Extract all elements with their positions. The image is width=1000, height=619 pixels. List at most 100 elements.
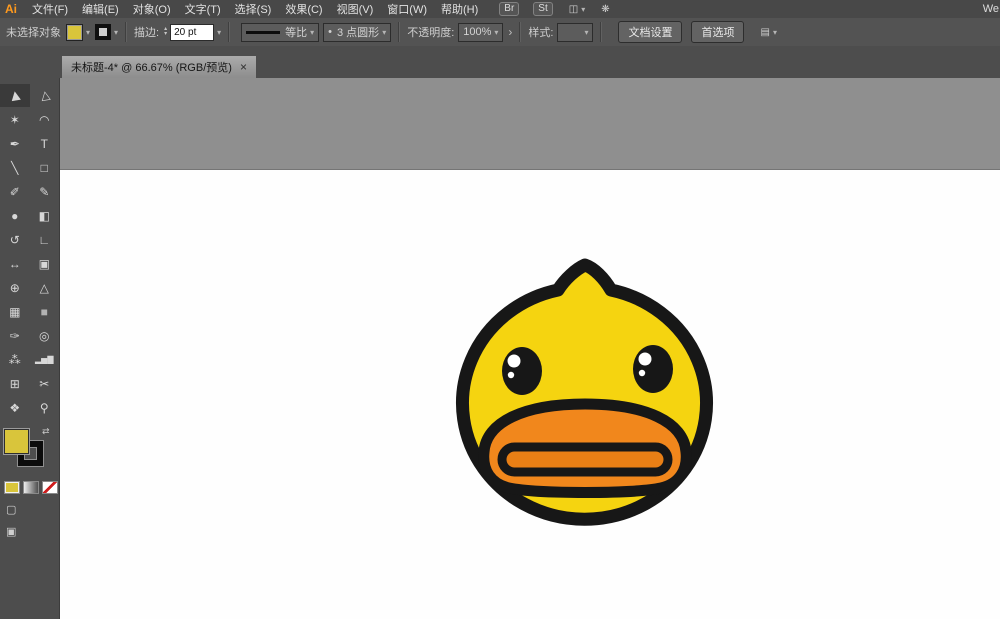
duck-right-eye-highlight-small bbox=[639, 370, 645, 376]
arrange-documents-icon[interactable]: ◫▾ bbox=[569, 4, 585, 15]
menu-edit[interactable]: 编辑(E) bbox=[75, 1, 126, 17]
panel-options-icon[interactable]: ▤▾ bbox=[760, 27, 776, 38]
stroke-width-label: 描边: bbox=[134, 24, 159, 40]
width-tool-icon: ↔ bbox=[9, 257, 21, 271]
duck-right-eye-highlight bbox=[639, 353, 652, 366]
preferences-button[interactable]: 首选项 bbox=[691, 21, 744, 43]
menu-file[interactable]: 文件(F) bbox=[25, 1, 75, 17]
color-button[interactable] bbox=[4, 481, 20, 494]
duck-artwork[interactable] bbox=[448, 258, 723, 543]
scale-tool[interactable]: ∟ bbox=[30, 228, 60, 251]
shape-builder-tool[interactable]: ⊕ bbox=[0, 276, 30, 299]
free-transform-tool[interactable]: ▣ bbox=[30, 252, 60, 275]
eyedropper-tool[interactable]: ✑ bbox=[0, 324, 30, 347]
profile-label: 等比 bbox=[285, 24, 307, 40]
rotate-tool[interactable]: ↺ bbox=[0, 228, 30, 251]
menu-effect[interactable]: 效果(C) bbox=[278, 1, 329, 17]
none-button[interactable] bbox=[42, 481, 58, 494]
menu-select[interactable]: 选择(S) bbox=[228, 1, 279, 17]
menu-type[interactable]: 文字(T) bbox=[178, 1, 228, 17]
artboard-tool[interactable]: ⊞ bbox=[0, 372, 30, 395]
stepper-down-icon[interactable]: ▾ bbox=[164, 32, 167, 37]
chevron-down-icon: ▾ bbox=[584, 28, 588, 37]
overflow-chevron-icon[interactable]: › bbox=[508, 25, 512, 39]
document-tab[interactable]: 未标题-4* @ 66.67% (RGB/预览) × bbox=[62, 56, 256, 78]
magic-wand-tool[interactable]: ✶ bbox=[0, 108, 30, 131]
selection-tool[interactable]: ▶ bbox=[0, 84, 30, 107]
menu-view[interactable]: 视图(V) bbox=[330, 1, 381, 17]
paintbrush-tool[interactable]: ✐ bbox=[0, 180, 30, 203]
opacity-value: 100% bbox=[463, 26, 491, 38]
eyedropper-tool-icon: ✑ bbox=[10, 329, 20, 343]
fill-swatch[interactable] bbox=[3, 428, 30, 455]
gradient-button[interactable] bbox=[23, 481, 39, 494]
gradient-tool[interactable]: ■ bbox=[30, 300, 60, 323]
bridge-button[interactable]: Br bbox=[499, 2, 519, 16]
fill-color-picker[interactable]: ▾ bbox=[66, 24, 90, 41]
color-mode-buttons bbox=[0, 473, 59, 494]
line-segment-tool[interactable]: ╲ bbox=[0, 156, 30, 179]
chevron-down-icon: ▾ bbox=[86, 28, 90, 37]
workspace-label[interactable]: We bbox=[983, 3, 1000, 15]
slice-tool[interactable]: ✂ bbox=[30, 372, 60, 395]
zoom-tool[interactable]: ⚲ bbox=[30, 396, 60, 419]
swap-fill-stroke-icon[interactable]: ⇄ bbox=[42, 426, 50, 437]
stroke-swatch-icon bbox=[95, 24, 111, 40]
direct-selection-tool[interactable]: ▷ bbox=[30, 84, 60, 107]
separator bbox=[600, 22, 602, 42]
style-label: 样式: bbox=[528, 24, 553, 40]
stroke-color-picker[interactable]: ▾ bbox=[95, 24, 118, 40]
gradient-tool-icon: ■ bbox=[41, 305, 48, 319]
type-tool[interactable]: T bbox=[30, 132, 60, 155]
tab-close-icon[interactable]: × bbox=[240, 62, 247, 72]
perspective-grid-tool[interactable]: △ bbox=[30, 276, 60, 299]
menu-object[interactable]: 对象(O) bbox=[126, 1, 178, 17]
document-setup-button[interactable]: 文档设置 bbox=[618, 21, 682, 43]
brush-dropdown[interactable]: • 3 点圆形 ▾ bbox=[323, 23, 391, 42]
blend-tool[interactable]: ◎ bbox=[30, 324, 60, 347]
style-dropdown[interactable]: ▾ bbox=[557, 23, 593, 42]
zoom-tool-icon: ⚲ bbox=[40, 401, 49, 415]
screen-mode-button[interactable]: ▣ bbox=[0, 516, 59, 538]
width-profile-dropdown[interactable]: 等比 ▾ bbox=[241, 23, 319, 42]
selection-tool-icon: ▶ bbox=[7, 90, 22, 102]
chevron-down-icon: ▾ bbox=[773, 28, 777, 37]
slice-tool-icon: ✂ bbox=[39, 377, 49, 391]
width-tool[interactable]: ↔ bbox=[0, 252, 30, 275]
pasteboard[interactable] bbox=[60, 78, 1000, 619]
rectangle-tool[interactable]: □ bbox=[30, 156, 60, 179]
menu-window[interactable]: 窗口(W) bbox=[380, 1, 434, 17]
paintbrush-tool-icon: ✐ bbox=[10, 185, 20, 199]
fill-swatch-icon bbox=[66, 24, 83, 41]
menu-bar: Ai 文件(F) 编辑(E) 对象(O) 文字(T) 选择(S) 效果(C) 视… bbox=[0, 0, 1000, 19]
app-bar-misc-icon[interactable]: ❋ bbox=[601, 4, 609, 15]
duck-right-eye bbox=[633, 345, 673, 393]
stroke-width-input[interactable] bbox=[170, 24, 214, 41]
stroke-width-stepper[interactable]: ▴ ▾ ▾ bbox=[164, 24, 221, 41]
menu-help[interactable]: 帮助(H) bbox=[434, 1, 485, 17]
stepper-icon[interactable]: ▴ ▾ bbox=[164, 27, 167, 37]
pen-tool[interactable]: ✒ bbox=[0, 132, 30, 155]
eraser-tool[interactable]: ◧ bbox=[30, 204, 60, 227]
separator bbox=[125, 22, 127, 42]
drawing-mode-button[interactable]: ▢ bbox=[0, 494, 59, 516]
symbol-sprayer-tool-icon: ⁂ bbox=[9, 353, 21, 367]
scale-tool-icon: ∟ bbox=[38, 233, 50, 247]
tools-panel: ▶ ▷ ✶ ◠ ✒ T ╲ □ ✐ ✎ ● ◧ ↺ ∟ ↔ ▣ ⊕ △ ▦ ■ … bbox=[0, 78, 60, 619]
stock-button[interactable]: St bbox=[533, 2, 552, 16]
column-graph-tool[interactable]: ▂▅▇ bbox=[30, 348, 60, 371]
lasso-tool[interactable]: ◠ bbox=[30, 108, 60, 131]
mesh-tool[interactable]: ▦ bbox=[0, 300, 30, 323]
blend-tool-icon: ◎ bbox=[39, 329, 49, 343]
symbol-sprayer-tool[interactable]: ⁂ bbox=[0, 348, 30, 371]
separator bbox=[228, 22, 230, 42]
pen-tool-icon: ✒ bbox=[10, 137, 20, 151]
rotate-tool-icon: ↺ bbox=[10, 233, 20, 247]
stroke-profile-icon bbox=[246, 31, 280, 34]
blob-brush-tool[interactable]: ● bbox=[0, 204, 30, 227]
pencil-tool[interactable]: ✎ bbox=[30, 180, 60, 203]
lasso-tool-icon: ◠ bbox=[39, 113, 49, 127]
opacity-dropdown[interactable]: 100% ▾ bbox=[458, 23, 503, 42]
hand-tool[interactable]: ❖ bbox=[0, 396, 30, 419]
magic-wand-tool-icon: ✶ bbox=[10, 113, 20, 127]
